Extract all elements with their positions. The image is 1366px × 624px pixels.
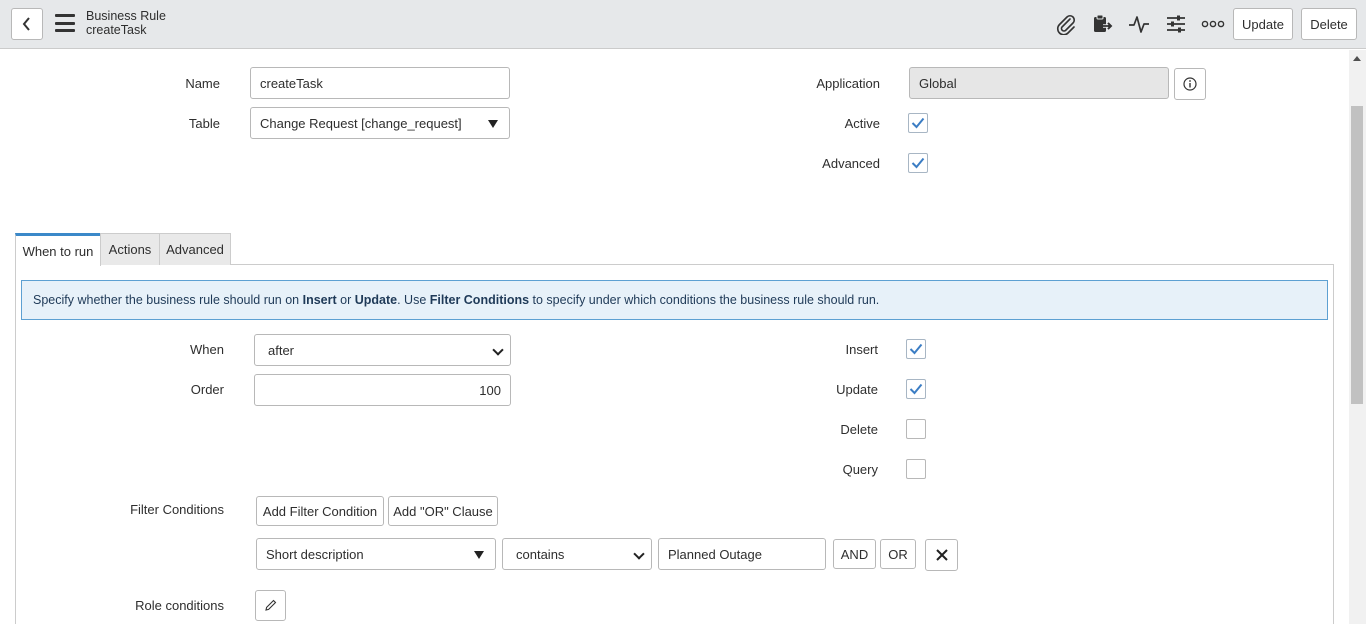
active-checkbox[interactable] [908, 113, 928, 133]
condition-field-value: Short description [266, 546, 364, 562]
info-banner: Specify whether the business rule should… [21, 280, 1328, 320]
form-header: Business Rule createTask Update Delete [0, 0, 1366, 49]
application-field: Global [909, 67, 1169, 99]
table-label: Table [188, 116, 220, 131]
pencil-icon [265, 599, 277, 611]
page-title: Business Rule [86, 9, 166, 23]
name-label: Name [185, 76, 220, 91]
page-scrollbar[interactable] [1349, 50, 1366, 624]
add-filter-condition-button[interactable]: Add Filter Condition [256, 496, 384, 526]
when-label: When [190, 342, 224, 357]
dropdown-arrow-icon [474, 551, 484, 559]
checkmark-icon [909, 383, 923, 395]
remove-condition-button[interactable] [925, 539, 958, 571]
when-select[interactable]: after [254, 334, 511, 366]
delete-label: Delete [840, 422, 878, 437]
chevron-down-icon [492, 344, 504, 356]
back-icon [22, 17, 30, 31]
hamburger-icon[interactable] [55, 14, 75, 32]
advanced-label: Advanced [822, 156, 880, 171]
info-icon [1183, 77, 1197, 91]
role-conditions-label: Role conditions [135, 598, 224, 613]
condition-value-input[interactable]: Planned Outage [658, 538, 826, 570]
add-or-clause-button[interactable]: Add "OR" Clause [388, 496, 498, 526]
query-checkbox[interactable] [906, 459, 926, 479]
checkmark-icon [911, 157, 925, 169]
order-label: Order [190, 382, 224, 397]
update-button[interactable]: Update [1233, 8, 1293, 40]
or-button[interactable]: OR [880, 539, 916, 569]
application-label: Application [816, 76, 880, 91]
query-label: Query [842, 462, 878, 477]
tab-when-to-run[interactable]: When to run [15, 233, 101, 266]
table-select-value: Change Request [change_request] [260, 115, 462, 131]
condition-operator-select[interactable]: contains [502, 538, 652, 570]
insert-checkbox[interactable] [906, 339, 926, 359]
active-label: Active [844, 116, 880, 131]
banner-text: Specify whether the business rule should… [33, 293, 880, 307]
tab-advanced[interactable]: Advanced [159, 233, 231, 265]
checkmark-icon [911, 117, 925, 129]
scroll-thumb[interactable] [1351, 106, 1363, 404]
update-label: Update [836, 382, 878, 397]
order-field[interactable]: 100 [254, 374, 511, 406]
info-button[interactable] [1174, 68, 1206, 100]
advanced-checkbox[interactable] [908, 153, 928, 173]
close-icon [935, 549, 948, 561]
dropdown-arrow-icon [488, 120, 498, 128]
condition-operator-value: contains [516, 546, 565, 562]
checkmark-icon [909, 343, 923, 355]
scroll-up-icon[interactable] [1353, 56, 1361, 61]
edit-role-conditions-button[interactable] [255, 590, 286, 621]
activity-icon[interactable] [1127, 12, 1151, 36]
name-field[interactable]: createTask [250, 67, 510, 99]
table-select[interactable]: Change Request [change_request] [250, 107, 510, 139]
more-icon[interactable] [1201, 12, 1225, 36]
filter-conditions-label: Filter Conditions [130, 502, 224, 517]
record-title: Business Rule createTask [86, 9, 166, 37]
condition-field-select[interactable]: Short description [256, 538, 496, 570]
sliders-icon[interactable] [1164, 12, 1188, 36]
insert-label: Insert [845, 342, 878, 357]
clipboard-export-icon[interactable] [1090, 12, 1114, 36]
delete-checkbox[interactable] [906, 419, 926, 439]
chevron-down-icon [633, 548, 645, 560]
page-subtitle: createTask [86, 23, 147, 37]
and-button[interactable]: AND [833, 539, 876, 569]
delete-button[interactable]: Delete [1301, 8, 1357, 40]
tab-actions[interactable]: Actions [100, 233, 160, 265]
back-button[interactable] [11, 8, 43, 40]
update-checkbox[interactable] [906, 379, 926, 399]
when-select-value: after [268, 342, 295, 358]
paperclip-icon[interactable] [1054, 12, 1078, 36]
